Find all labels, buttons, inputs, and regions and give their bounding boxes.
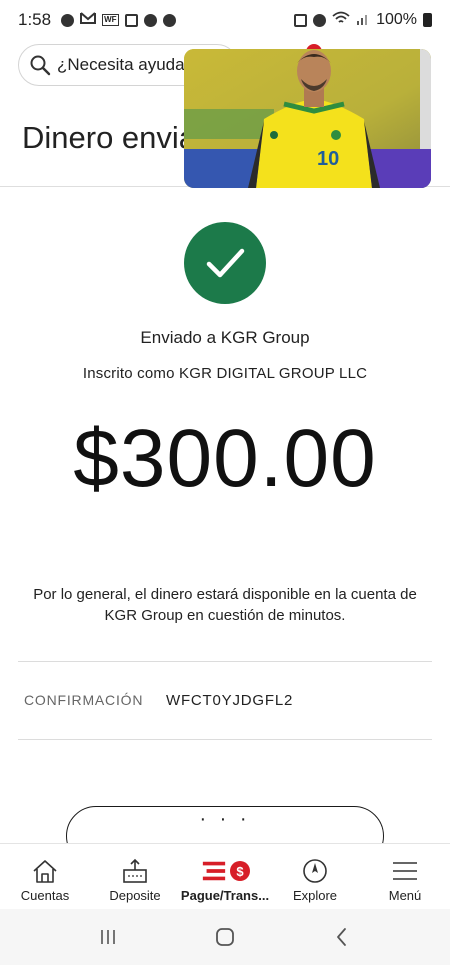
wf-app-icon: WF — [102, 14, 119, 26]
nav-menu-label: Menú — [388, 888, 422, 903]
status-bar: 1:58 WF 100% — [0, 0, 450, 40]
status-right: 100% — [294, 11, 432, 30]
nav-accounts-label: Cuentas — [20, 888, 70, 903]
nav-deposit-label: Deposite — [109, 888, 161, 903]
status-left: 1:58 WF — [18, 10, 176, 30]
nav-pay-transfer-label: Pague/Trans... — [180, 888, 270, 903]
video-frame-image: 10 — [184, 49, 431, 188]
home-icon[interactable] — [213, 925, 237, 949]
nav-explore[interactable]: Explore — [270, 844, 360, 909]
deposit-icon — [123, 858, 147, 883]
chat-icon — [61, 13, 75, 27]
app-notification-icon — [124, 13, 138, 27]
alarm-icon — [313, 13, 327, 27]
wifi-icon — [332, 11, 350, 30]
jersey-number: 10 — [317, 148, 339, 170]
search-placeholder: ¿Necesita ayuda? — [57, 55, 195, 74]
divider-bottom — [18, 739, 432, 740]
back-icon[interactable] — [330, 925, 354, 949]
lock-icon — [294, 13, 308, 27]
availability-note: Por lo general, el dinero estará disponi… — [33, 586, 417, 624]
dollar-badge-icon: $ — [230, 861, 250, 881]
transfer-lines-icon — [202, 861, 226, 881]
enrolled-as-name: Inscrito como KGR DIGITAL GROUP LLC — [82, 365, 368, 382]
nav-deposit[interactable]: Deposite — [90, 844, 180, 909]
recent-apps-icon[interactable] — [96, 925, 120, 949]
nav-menu[interactable]: Menú — [360, 844, 450, 909]
soccer-icon-2 — [162, 13, 176, 27]
pay-transfer-icon: $ — [200, 858, 250, 884]
status-time: 1:58 — [18, 10, 52, 29]
nav-accounts[interactable]: Cuentas — [0, 844, 90, 909]
action-button-label: · · · — [199, 808, 251, 830]
picture-in-picture-video[interactable]: 10 — [184, 49, 431, 188]
search-icon — [30, 55, 51, 76]
amount-sent: $300.00 — [73, 413, 377, 504]
battery-level: 100% — [376, 11, 417, 28]
nav-explore-label: Explore — [292, 888, 338, 903]
gmail-icon — [80, 11, 97, 29]
nav-pay-transfer[interactable]: $ Pague/Trans... — [180, 844, 270, 909]
system-navigation-bar — [0, 909, 450, 965]
compass-icon — [303, 859, 327, 883]
divider-top — [18, 661, 432, 662]
signal-icon — [356, 11, 370, 30]
soccer-icon — [143, 13, 157, 27]
success-check-icon — [184, 222, 266, 304]
sent-to-recipient: Enviado a KGR Group — [140, 328, 310, 347]
menu-icon — [393, 862, 417, 880]
battery-icon — [423, 13, 432, 27]
bottom-navigation: Cuentas Deposite $ Pague/Trans... Explor… — [0, 843, 450, 909]
house-icon — [33, 860, 57, 883]
confirmation-code: WFCT0YJDGFL2 — [166, 692, 294, 709]
confirmation-label: CONFIRMACIÓN — [24, 692, 144, 708]
